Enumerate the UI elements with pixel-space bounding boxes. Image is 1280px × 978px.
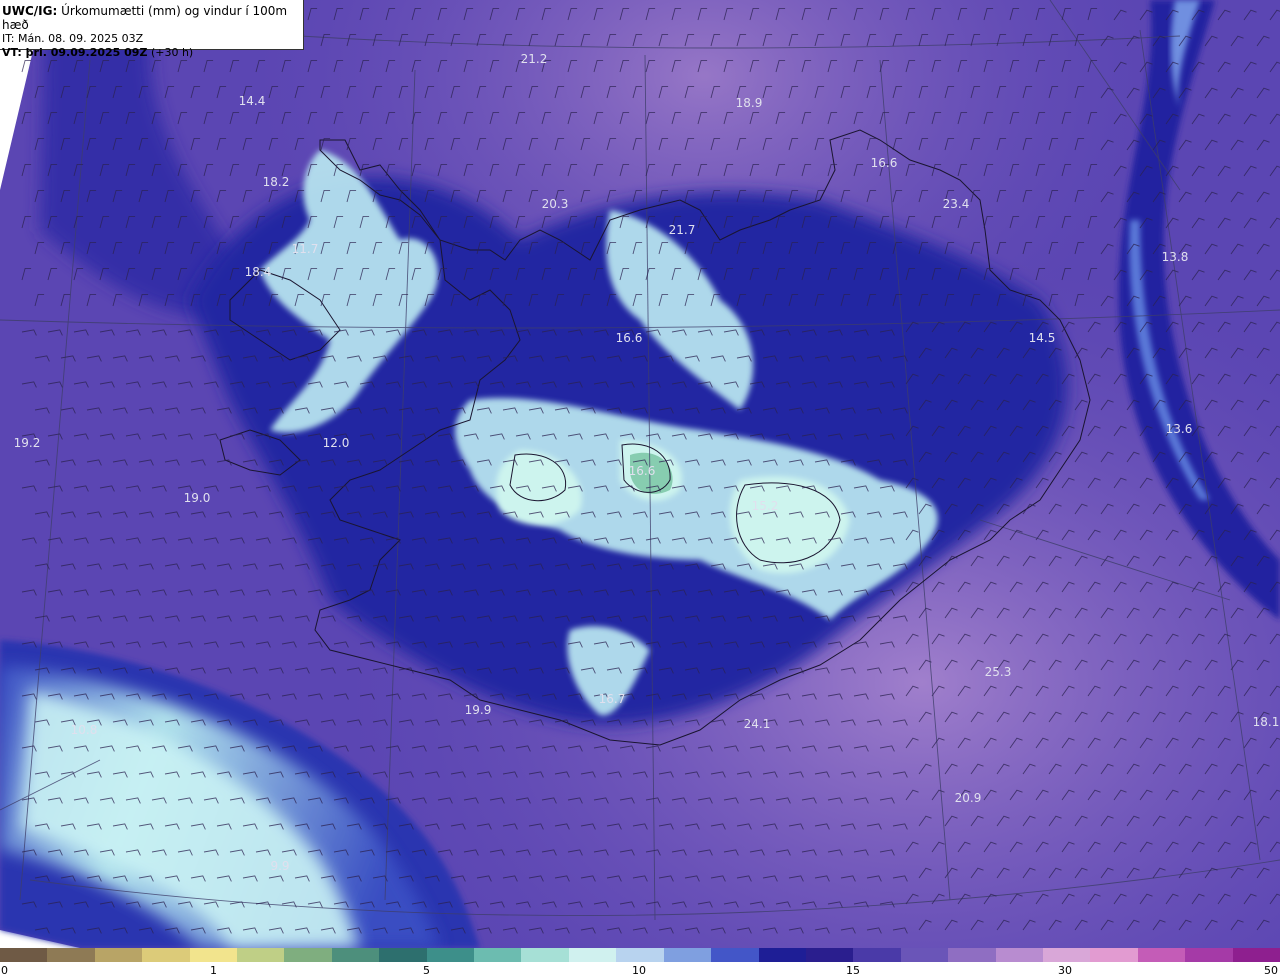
colorbar-tick-label: 50: [1264, 964, 1278, 977]
value-label: 21.2: [521, 52, 548, 66]
value-label: 19.2: [14, 436, 41, 450]
value-label: 11.7: [292, 242, 319, 256]
issue-time: IT: Mán. 08. 09. 2025 03Z: [2, 32, 144, 45]
colorbar-swatch: [758, 948, 806, 962]
weather-map: 21.2 14.4 18.9 16.6 18.2 20.3 21.7 23.4 …: [0, 0, 1280, 948]
value-label: 9.9: [270, 859, 289, 873]
colorbar: 0 1 5 10 15 30 50: [0, 948, 1280, 978]
colorbar-swatch: [284, 948, 332, 962]
colorbar-labels: 0 1 5 10 15 30 50: [0, 963, 1280, 978]
colorbar-swatch: [237, 948, 285, 962]
colorbar-swatch: [331, 948, 380, 962]
colorbar-swatch: [900, 948, 949, 962]
colorbar-tick-label: 30: [1058, 964, 1072, 977]
colorbar-swatch: [94, 948, 143, 962]
value-label: 16.6: [616, 331, 643, 345]
colorbar-swatch: [853, 948, 901, 962]
colorbar-tick-label: 5: [423, 964, 430, 977]
value-label: 20.9: [955, 791, 982, 805]
value-label: 19.0: [184, 491, 211, 505]
colorbar-swatch: [1185, 948, 1233, 962]
value-label: 18.4: [245, 265, 272, 279]
colorbar-gradient: [0, 948, 1280, 962]
value-label: 23.4: [943, 197, 970, 211]
value-label: 16.7: [599, 692, 626, 706]
colorbar-swatch: [1232, 948, 1280, 962]
value-label: 18.9: [736, 96, 763, 110]
colorbar-swatch: [189, 948, 238, 962]
value-label: 15.2: [752, 499, 779, 513]
valid-time-line: VT: þri. 09.09.2025 09Z (+30 h): [2, 46, 303, 60]
colorbar-swatch: [1042, 948, 1091, 962]
product-code: UWC/IG:: [2, 4, 58, 18]
value-label: 16.6: [629, 464, 656, 478]
value-label: 25.3: [985, 665, 1012, 679]
value-label: 24.1: [744, 717, 771, 731]
valid-time: VT: þri. 09.09.2025 09Z: [2, 46, 148, 59]
colorbar-swatch: [568, 948, 617, 962]
colorbar-swatch: [711, 948, 759, 962]
colorbar-swatch: [521, 948, 569, 962]
colorbar-swatch: [426, 948, 475, 962]
value-label: 12.0: [323, 436, 350, 450]
colorbar-swatch: [47, 948, 95, 962]
value-label: 13.6: [1166, 422, 1193, 436]
colorbar-swatch: [948, 948, 996, 962]
value-label: 14.4: [239, 94, 266, 108]
value-label: 19.9: [465, 703, 492, 717]
colorbar-tick-label: 1: [210, 964, 217, 977]
colorbar-tick-label: 0: [1, 964, 8, 977]
colorbar-swatch: [805, 948, 854, 962]
value-label: 18.2: [263, 175, 290, 189]
colorbar-tick-label: 10: [632, 964, 646, 977]
title-line: UWC/IG: Úrkomumætti (mm) og vindur í 100…: [2, 4, 303, 32]
colorbar-swatch: [663, 948, 712, 962]
colorbar-swatch: [1090, 948, 1138, 962]
colorbar-swatch: [1137, 948, 1186, 962]
value-label: 18.1: [1253, 715, 1280, 729]
colorbar-swatch: [616, 948, 664, 962]
colorbar-swatch: [474, 948, 522, 962]
value-label: 13.8: [1162, 250, 1189, 264]
colorbar-tick-label: 15: [846, 964, 860, 977]
value-label: 10.8: [71, 723, 98, 737]
colorbar-swatch: [995, 948, 1043, 962]
value-label: 20.3: [542, 197, 569, 211]
colorbar-swatch: [0, 948, 48, 962]
map-title-box: UWC/IG: Úrkomumætti (mm) og vindur í 100…: [0, 0, 304, 59]
value-label: 14.5: [1029, 331, 1056, 345]
value-label: 21.7: [669, 223, 696, 237]
colorbar-swatch: [142, 948, 190, 962]
lead-time: (+30 h): [150, 46, 194, 59]
value-label: 16.6: [871, 156, 898, 170]
colorbar-swatch: [379, 948, 427, 962]
